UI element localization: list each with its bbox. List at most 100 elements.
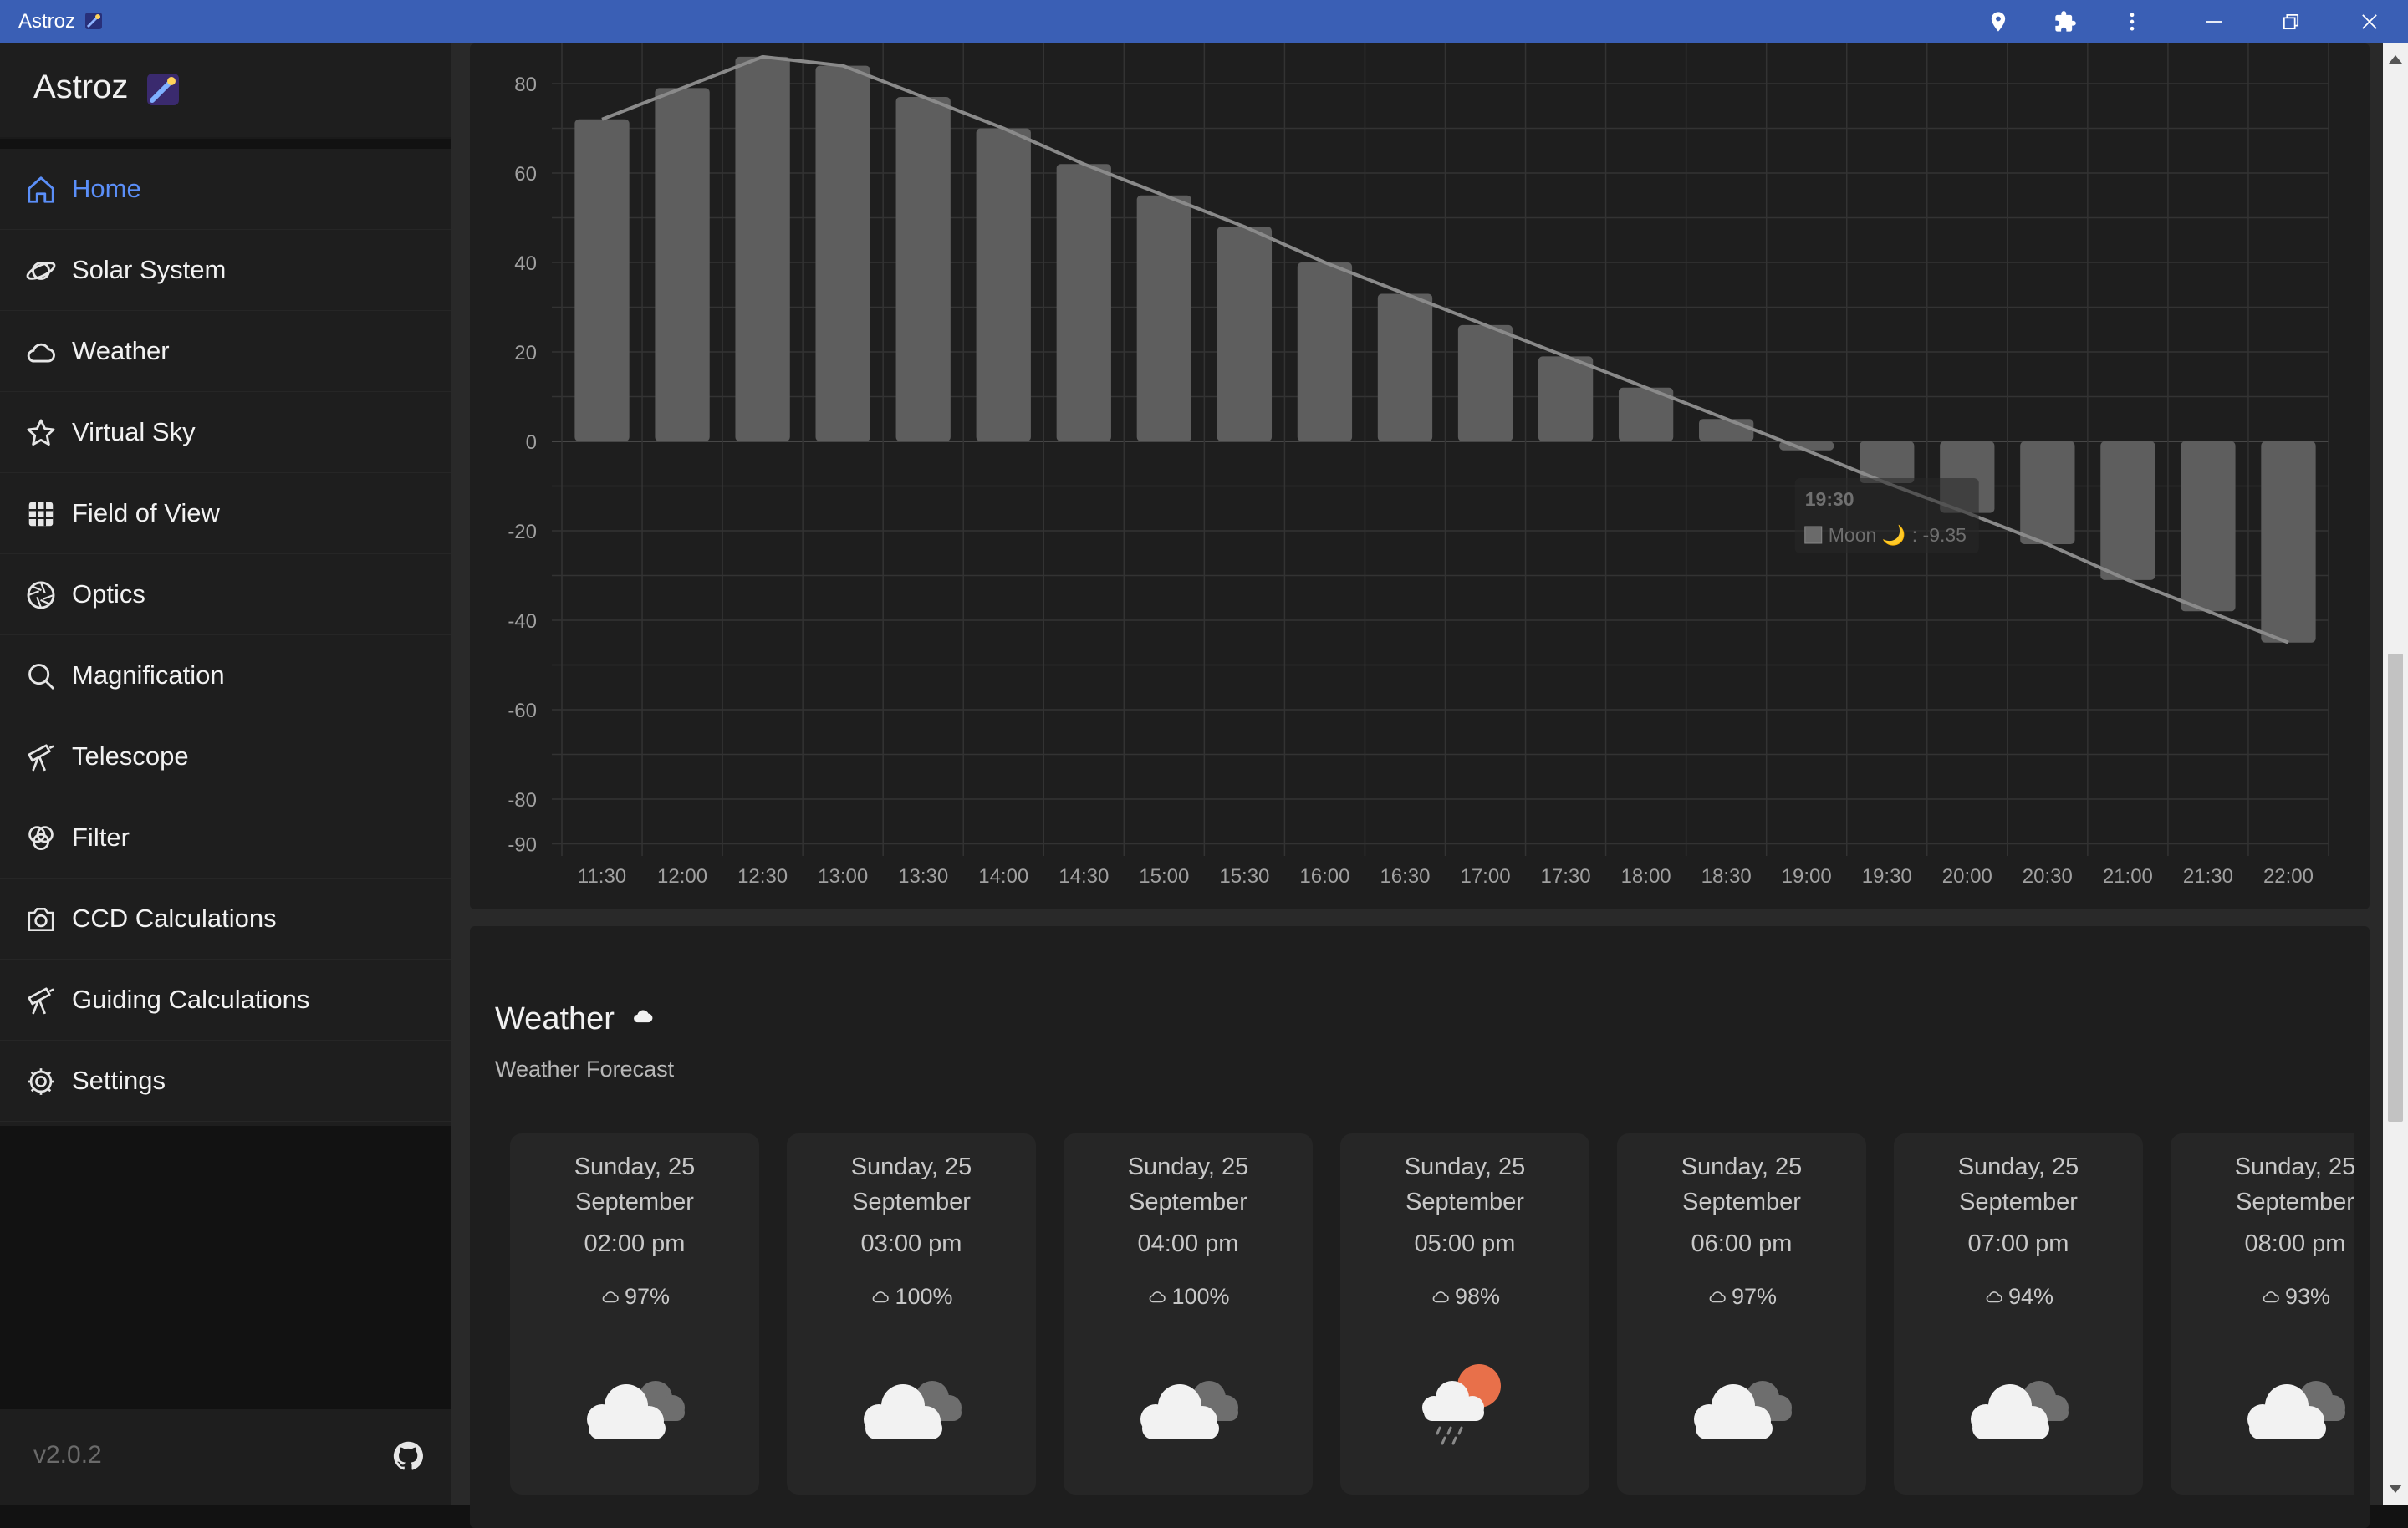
minimize-icon[interactable] [2201, 8, 2227, 35]
forecast-cloud-cover: 94% [1894, 1284, 2143, 1310]
scroll-up-arrow[interactable] [2389, 55, 2402, 64]
sidebar-item-ccd-calculations[interactable]: CCD Calculations [0, 879, 452, 960]
forecast-cloud-value: 97% [1731, 1284, 1778, 1309]
cloud-icon [602, 1291, 619, 1303]
y-tick-label: -20 [508, 521, 537, 543]
forecast-card: Sunday, 25 September 07:00 pm 94% [1894, 1133, 2143, 1495]
y-tick-label: 40 [514, 252, 537, 275]
chart-bar [1377, 293, 1433, 441]
shooting-star-icon [147, 74, 179, 105]
title-bar: Astroz [0, 0, 2408, 43]
sidebar-item-label: Home [72, 174, 141, 203]
x-tick-label: 17:00 [1460, 865, 1510, 888]
cloud-icon [25, 336, 57, 368]
chart-bar [574, 119, 630, 442]
sidebar-nav: Home Solar System Weather Virtual Sky Field … [0, 149, 452, 1126]
x-tick-label: 22:00 [2263, 865, 2314, 888]
main-content: 80 60 40 20 0 -20 -40 -60 -80 -90 11:30 12:00 12:30 1… [452, 43, 2383, 1528]
forecast-card: Sunday, 25 September 06:00 pm 97% [1617, 1133, 1866, 1495]
x-tick-label: 16:30 [1380, 865, 1430, 888]
window-title-emoji [84, 12, 103, 30]
scrollbar-thumb[interactable] [2388, 654, 2403, 1122]
forecast-day: Sunday, 25 [574, 1154, 696, 1180]
x-tick-label: 21:00 [2103, 865, 2153, 888]
x-tick-label: 18:00 [1621, 865, 1671, 888]
sidebar-item-label: Virtual Sky [72, 417, 196, 446]
sidebar-item-label: Telescope [72, 741, 189, 771]
x-tick-label: 19:00 [1782, 865, 1832, 888]
chart-bar [2020, 441, 2075, 545]
chart-bar [2100, 441, 2155, 580]
forecast-cloud-value: 97% [624, 1284, 671, 1309]
sidebar-item-optics[interactable]: Optics [0, 554, 452, 635]
x-tick-label: 17:30 [1541, 865, 1591, 888]
app-version: v2.0.2 [33, 1441, 102, 1469]
y-tick-label: -90 [508, 834, 537, 857]
aperture-icon [25, 579, 57, 611]
vertical-scrollbar[interactable] [2383, 43, 2408, 1505]
x-tick-label: 19:30 [1862, 865, 1912, 888]
sidebar-item-telescope[interactable]: Telescope [0, 716, 452, 797]
chart-bar [895, 97, 951, 442]
forecast-card: Sunday, 25 September 04:00 pm 100% [1064, 1133, 1313, 1495]
sidebar-item-settings[interactable]: Settings [0, 1041, 452, 1122]
scroll-down-arrow[interactable] [2389, 1485, 2402, 1493]
chart-tooltip-swatch [1804, 526, 1823, 544]
gear-icon [25, 1066, 57, 1098]
forecast-cloud-value: 93% [2284, 1284, 2331, 1309]
sidebar-item-label: Magnification [72, 660, 225, 690]
chart-tooltip-value: : -9.35 [1912, 524, 1967, 546]
forecast-month: September [1406, 1189, 1524, 1215]
sidebar-item-weather[interactable]: Weather [0, 311, 452, 392]
x-tick-label: 12:00 [657, 865, 707, 888]
shooting-star-icon [84, 13, 102, 29]
more-vertical-icon[interactable] [2119, 8, 2145, 35]
filter-icon [25, 823, 57, 854]
forecast-cloud-value: 94% [2008, 1284, 2054, 1309]
forecast-cloud-value: 100% [895, 1284, 953, 1309]
y-tick-label: 60 [514, 163, 537, 186]
forecast-cloud-cover: 93% [2171, 1284, 2354, 1310]
x-tick-label: 20:00 [1942, 865, 1992, 888]
extensions-puzzle-icon[interactable] [2052, 8, 2079, 35]
cloud-icon [2263, 1291, 2279, 1303]
sidebar-item-magnification[interactable]: Magnification [0, 635, 452, 716]
cloud-icon [1709, 1291, 1726, 1303]
y-tick-label: 80 [514, 74, 537, 96]
sidebar-item-home[interactable]: Home [0, 149, 452, 230]
sidebar-item-label: Field of View [72, 498, 220, 527]
sidebar-item-label: CCD Calculations [72, 904, 277, 933]
chart-bar [1538, 356, 1594, 441]
sidebar-item-label: Optics [72, 579, 145, 609]
forecast-time: 08:00 pm [2244, 1230, 2346, 1257]
chart-bar [1297, 262, 1353, 441]
sidebar-item-field-of-view[interactable]: Field of View [0, 473, 452, 554]
github-icon[interactable] [393, 1441, 423, 1471]
sidebar-item-virtual-sky[interactable]: Virtual Sky [0, 392, 452, 473]
camera-icon [25, 904, 57, 935]
forecast-day: Sunday, 25 [1681, 1154, 1803, 1180]
chart-bar [1136, 195, 1191, 441]
restore-icon[interactable] [2278, 8, 2304, 35]
cloud-icon [1986, 1291, 2002, 1303]
sidebar-item-guiding-calculations[interactable]: Guiding Calculations [0, 960, 452, 1041]
x-tick-label: 21:30 [2183, 865, 2233, 888]
forecast-cloud-value: 100% [1171, 1284, 1230, 1309]
telescope-icon [25, 985, 57, 1016]
forecast-cloud-cover: 98% [1340, 1284, 1589, 1310]
chart-bar [1217, 227, 1273, 441]
location-pin-icon[interactable] [1985, 8, 2012, 35]
x-tick-label: 16:00 [1299, 865, 1349, 888]
x-tick-label: 14:00 [978, 865, 1028, 888]
close-icon[interactable] [2356, 8, 2383, 35]
x-tick-label: 11:30 [578, 865, 626, 888]
forecast-cloud-cover: 97% [1617, 1284, 1866, 1310]
home-icon [25, 174, 57, 206]
sidebar-item-filter[interactable]: Filter [0, 797, 452, 879]
cloudy-icon [849, 1354, 974, 1454]
x-tick-label: 14:30 [1059, 865, 1109, 888]
sidebar-item-solar-system[interactable]: Solar System [0, 230, 452, 311]
y-tick-label: 20 [514, 342, 537, 364]
chart-bar [976, 128, 1031, 441]
forecast-cloud-cover: 97% [510, 1284, 759, 1310]
